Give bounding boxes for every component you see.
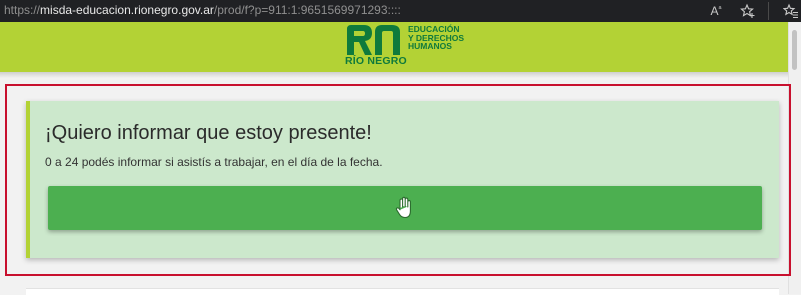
read-aloud-glyph: A	[710, 4, 719, 18]
read-aloud-sup: ᵃ	[718, 3, 722, 13]
card-description: 0 a 24 podés informar si asistís a traba…	[45, 155, 383, 169]
url-prefix: https://	[4, 3, 41, 17]
hand-icon	[395, 196, 411, 219]
rn-logo-mark	[347, 25, 400, 55]
toolbar-separator	[768, 2, 769, 20]
read-aloud-icon[interactable]: Aᵃ	[706, 2, 726, 20]
favorites-icon[interactable]	[781, 2, 801, 20]
url-domain: misda-educacion.rionegro.gov.ar	[40, 3, 214, 17]
logo-line-3: HUMANOS	[408, 41, 452, 51]
url-path: /prod/f?p=911:1:9651569971293::::	[213, 3, 401, 17]
scrollbar-thumb[interactable]	[792, 30, 797, 70]
favorites-add-icon[interactable]	[738, 2, 758, 20]
report-present-button[interactable]	[48, 186, 762, 230]
logo-text: EDUCACIÓN Y DERECHOS HUMANOS	[408, 25, 478, 51]
logo-subtitle: RÍO NEGRO	[345, 55, 407, 67]
browser-address-bar: https://misda-educacion.rionegro.gov.ar/…	[0, 0, 801, 22]
rio-negro-logo[interactable]: RÍO NEGRO EDUCACIÓN Y DERECHOS HUMANOS	[344, 22, 474, 70]
address-bar-icons: Aᵃ	[694, 0, 801, 22]
card-title: ¡Quiero informar que estoy presente!	[45, 122, 372, 144]
attendance-card: ¡Quiero informar que estoy presente! 0 a…	[26, 101, 779, 258]
address-bar-url[interactable]: https://misda-educacion.rionegro.gov.ar/…	[4, 3, 401, 17]
header-shadow	[0, 72, 789, 78]
